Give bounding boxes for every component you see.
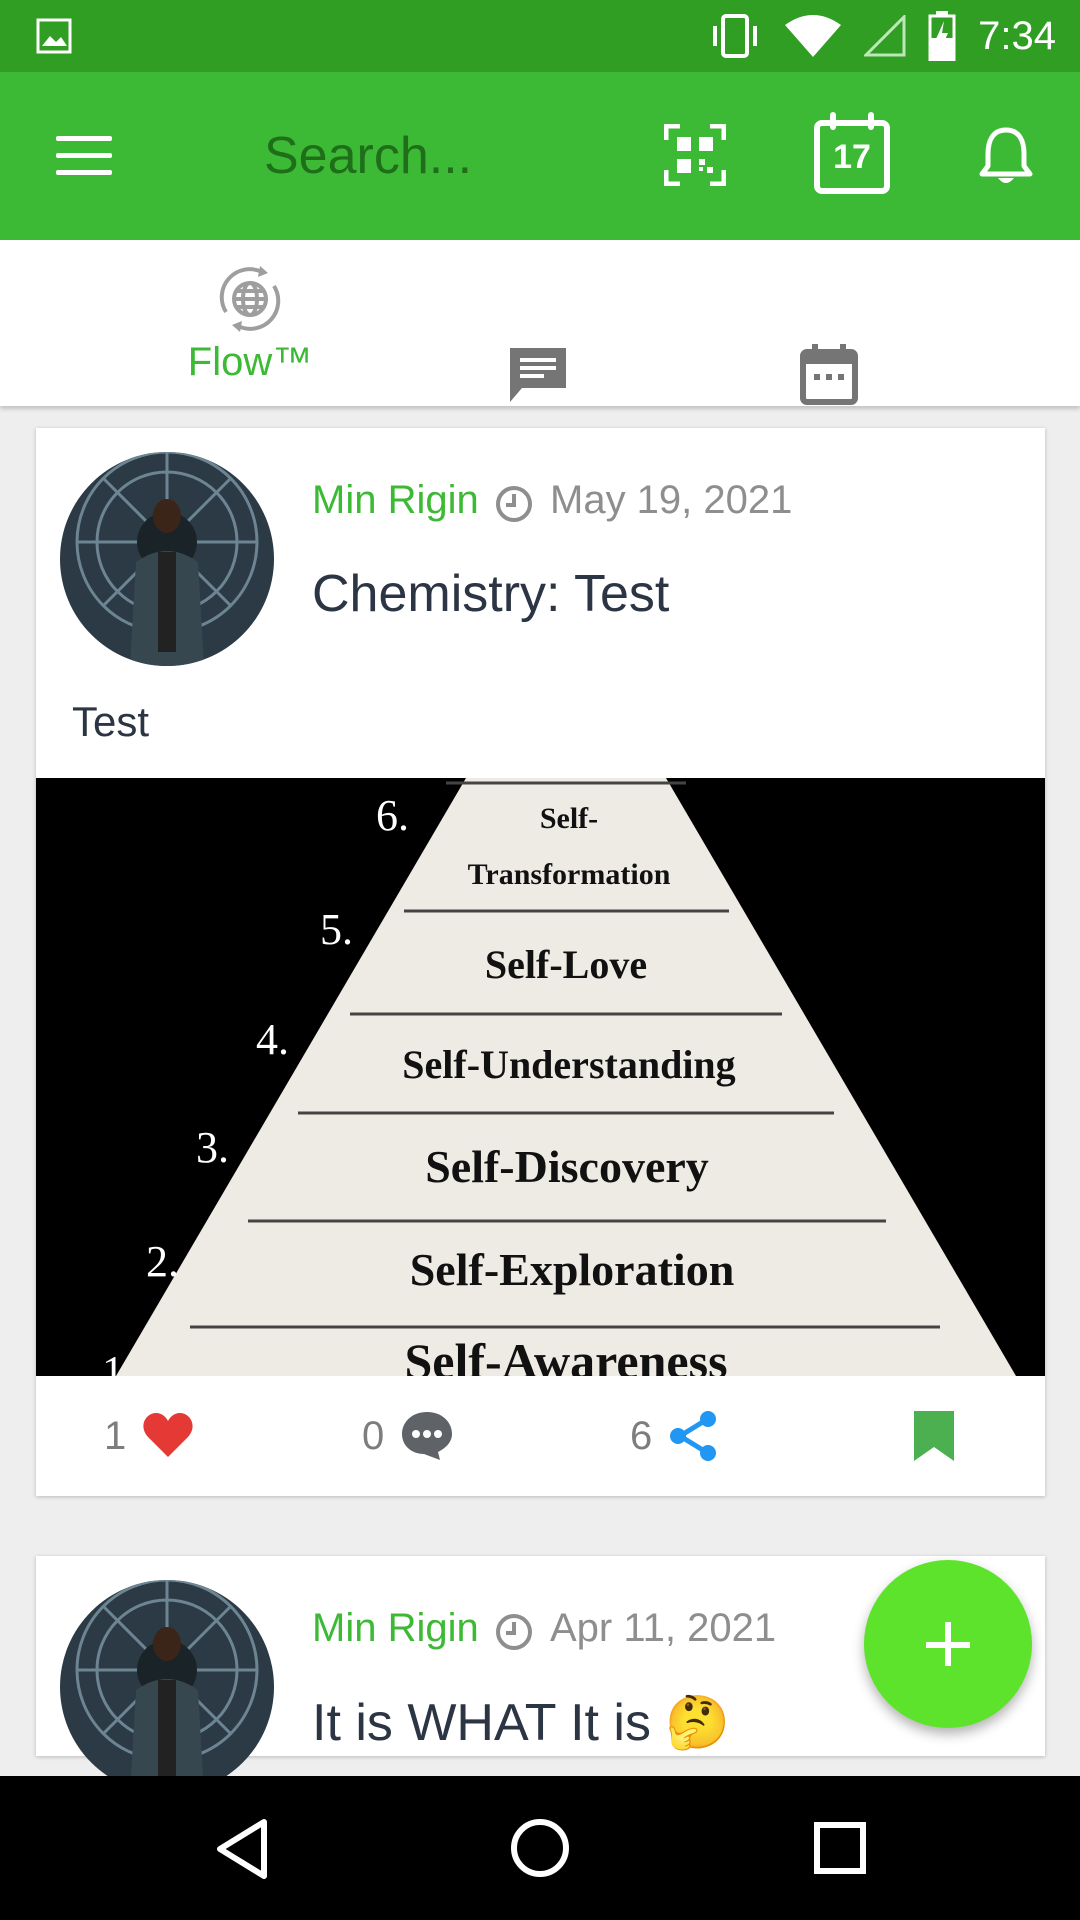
- recent-apps-icon[interactable]: [814, 1822, 866, 1874]
- post-author[interactable]: Min Rigin: [312, 478, 479, 523]
- post-title[interactable]: Chemistry: Test: [312, 564, 669, 624]
- pyramid-level-1-label: Self-Awareness: [404, 1333, 727, 1376]
- navigation-bar: [0, 1776, 1080, 1920]
- post-title[interactable]: It is WHAT It is 🤔: [312, 1692, 730, 1753]
- flow-globe-icon: [219, 266, 281, 332]
- bookmark-button[interactable]: [912, 1376, 956, 1496]
- pyramid-level-6-label: Self-: [540, 802, 598, 835]
- avatar[interactable]: [60, 452, 274, 666]
- post-text: Test: [72, 698, 150, 745]
- menu-icon[interactable]: [56, 134, 112, 178]
- add-post-button[interactable]: [864, 1560, 1032, 1728]
- pyramid-level-2-label: Self-Exploration: [410, 1244, 735, 1295]
- post-actions: 1 0 6: [36, 1376, 1045, 1496]
- clock-icon: [496, 1614, 532, 1650]
- post-date: May 19, 2021: [550, 478, 793, 522]
- calendar-day: 17: [833, 138, 871, 176]
- clock-icon: [496, 486, 532, 522]
- calendar-icon[interactable]: 17: [814, 112, 890, 194]
- bookmark-icon: [914, 1411, 954, 1461]
- comment-button[interactable]: 0: [362, 1376, 454, 1496]
- post-author[interactable]: Min Rigin: [312, 1606, 479, 1651]
- pyramid-level-3-label: Self-Discovery: [425, 1141, 709, 1192]
- qr-code-icon[interactable]: [664, 124, 726, 186]
- share-icon: [670, 1411, 717, 1461]
- image-icon: [36, 18, 72, 54]
- post-image[interactable]: Self- Transformation Self-Love Self-Unde…: [36, 778, 1045, 1376]
- like-button[interactable]: 1: [104, 1376, 194, 1496]
- avatar[interactable]: [60, 1580, 274, 1794]
- comment-count: 0: [362, 1413, 385, 1458]
- wifi-icon: [785, 15, 842, 57]
- pyramid-level-2-number: 2.: [146, 1237, 179, 1286]
- pyramid-level-4-number: 4.: [256, 1015, 289, 1064]
- pyramid-level-6-number: 6.: [376, 791, 409, 840]
- pyramid-level-5-label: Self-Love: [485, 942, 647, 987]
- tab-flow-label: Flow™: [187, 340, 313, 384]
- back-icon[interactable]: [214, 1818, 270, 1880]
- post-card[interactable]: Min Rigin May 19, 2021 Chemistry: Test T…: [36, 428, 1045, 1496]
- status-time: 7:34: [978, 13, 1056, 58]
- tab-bar: Flow™: [0, 240, 1080, 406]
- tab-flow[interactable]: Flow™: [170, 240, 330, 406]
- like-count: 1: [104, 1413, 127, 1458]
- search-input[interactable]: Search...: [264, 120, 624, 192]
- battery-charging-icon: [928, 11, 956, 61]
- pyramid-level-5-number: 5.: [320, 905, 353, 954]
- vibrate-icon: [713, 14, 758, 58]
- cell-signal-icon: [864, 15, 906, 57]
- bell-icon[interactable]: [978, 126, 1034, 188]
- post-date: Apr 11, 2021: [550, 1606, 777, 1650]
- pyramid-level-6-label-2: Transformation: [468, 858, 671, 891]
- app-bar: Search... 17: [0, 72, 1080, 240]
- pyramid-level-4-label: Self-Understanding: [402, 1042, 735, 1087]
- share-button[interactable]: 6: [630, 1376, 718, 1496]
- home-icon[interactable]: [510, 1818, 570, 1878]
- comment-icon: [402, 1412, 453, 1460]
- share-count: 6: [630, 1413, 653, 1458]
- heart-icon: [143, 1413, 193, 1457]
- pyramid-level-3-number: 3.: [196, 1123, 229, 1172]
- pyramid-level-1-number: 1.: [102, 1347, 135, 1376]
- status-bar: 7:34: [0, 0, 1080, 72]
